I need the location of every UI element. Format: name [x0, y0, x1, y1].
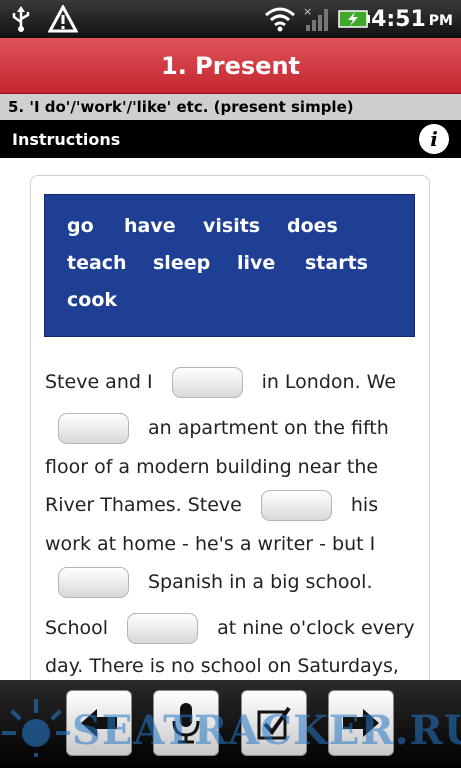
- clock-time: 4:51: [371, 6, 426, 32]
- passage-line: Spanish in a big school.: [45, 564, 373, 600]
- word-chip[interactable]: go: [67, 215, 94, 237]
- answer-blank[interactable]: [127, 612, 199, 644]
- wifi-icon: [264, 0, 296, 38]
- forward-button[interactable]: [328, 690, 394, 756]
- page-title: 1. Present: [161, 51, 300, 80]
- passage-text: in London. We: [261, 371, 397, 393]
- instructions-bar[interactable]: Instructions i: [0, 120, 461, 158]
- forward-arrow-icon: [343, 709, 379, 737]
- clock-ampm: PM: [428, 13, 453, 29]
- word-chip[interactable]: sleep: [153, 252, 210, 274]
- unit-subtitle-bar: 5. 'I do'/'work'/'like' etc. (present si…: [0, 94, 461, 120]
- passage-line: River Thames. Steve his: [45, 487, 378, 523]
- word-chip[interactable]: cook: [67, 289, 117, 311]
- word-bank: go have visits does teach sleep live sta…: [44, 194, 415, 337]
- unit-subtitle: 5. 'I do'/'work'/'like' etc. (present si…: [8, 98, 354, 116]
- passage-line: day. There is no school on Saturdays,: [45, 648, 399, 680]
- passage-text: River Thames. Steve: [45, 494, 242, 516]
- passage-text: an apartment on the fifth: [148, 417, 389, 439]
- word-chip[interactable]: starts: [305, 252, 368, 274]
- word-chip[interactable]: live: [237, 252, 275, 274]
- passage-line: Steve and I in London. We: [45, 364, 396, 400]
- instructions-label: Instructions: [12, 129, 121, 149]
- passage-text: day. There is no school on Saturdays,: [45, 655, 399, 677]
- check-icon: [257, 706, 291, 740]
- battery-charging-icon: [338, 0, 372, 38]
- passage-text: work at home - he's a writer - but I: [45, 533, 376, 555]
- warning-icon: [48, 0, 78, 38]
- passage-text: School: [45, 617, 109, 639]
- clock: 4:51 PM: [371, 0, 453, 38]
- answer-blank[interactable]: [58, 412, 129, 444]
- signal-icon: ×: [302, 0, 330, 38]
- passage-text: floor of a modern building near the: [45, 456, 379, 478]
- word-chip[interactable]: teach: [67, 252, 127, 274]
- passage-text: Spanish in a big school.: [148, 571, 373, 593]
- check-button[interactable]: [241, 690, 307, 756]
- svg-text:×: ×: [303, 5, 312, 18]
- word-chip[interactable]: does: [287, 215, 338, 237]
- back-arrow-icon: [81, 709, 117, 737]
- title-bar: 1. Present: [0, 38, 461, 94]
- info-icon[interactable]: i: [419, 124, 449, 154]
- passage-line: School at nine o'clock every: [45, 610, 415, 646]
- word-chip[interactable]: have: [124, 215, 176, 237]
- answer-blank[interactable]: [58, 566, 129, 598]
- passage-line: work at home - he's a writer - but I: [45, 526, 375, 562]
- status-bar: × 4:51 PM: [0, 0, 461, 38]
- back-button[interactable]: [66, 690, 132, 756]
- microphone-button[interactable]: [153, 690, 219, 756]
- passage-text: Steve and I: [45, 371, 153, 393]
- exercise-content[interactable]: go have visits does teach sleep live sta…: [0, 158, 461, 680]
- microphone-icon: [172, 703, 200, 744]
- passage-line: an apartment on the fifth: [45, 410, 389, 446]
- passage-line: floor of a modern building near the: [45, 449, 378, 485]
- word-chip[interactable]: visits: [203, 215, 260, 237]
- passage-text: his: [350, 494, 379, 516]
- answer-blank[interactable]: [171, 366, 243, 398]
- bottom-toolbar: [0, 680, 461, 768]
- answer-blank[interactable]: [260, 489, 332, 521]
- passage-text: at nine o'clock every: [217, 617, 415, 639]
- usb-icon: [10, 0, 32, 38]
